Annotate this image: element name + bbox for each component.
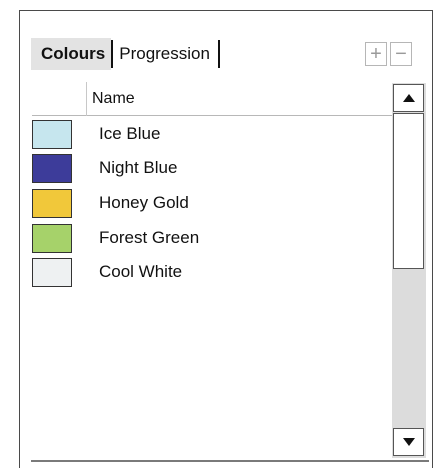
- arrow-down-icon: [402, 438, 415, 446]
- table-row[interactable]: Ice Blue: [32, 118, 392, 150]
- colour-swatch: [32, 258, 72, 287]
- panel-bottom-divider: [31, 460, 429, 462]
- table-row[interactable]: Night Blue: [32, 152, 392, 184]
- tab-bar: Colours Progression: [31, 38, 220, 70]
- colour-name: Ice Blue: [99, 124, 161, 143]
- add-colour-button[interactable]: +: [365, 42, 387, 66]
- colour-swatch: [32, 154, 72, 183]
- colour-name: Cool White: [99, 262, 183, 281]
- arrow-up-icon: [402, 94, 415, 102]
- table-row[interactable]: Cool White: [32, 256, 392, 288]
- colour-swatch: [32, 120, 72, 149]
- remove-colour-button[interactable]: −: [390, 42, 412, 66]
- colour-name: Forest Green: [99, 228, 200, 247]
- tab-divider: [217, 40, 220, 68]
- tab-colours[interactable]: Colours: [31, 38, 112, 70]
- table-row[interactable]: Forest Green: [32, 222, 392, 254]
- colour-name: Honey Gold: [99, 193, 189, 212]
- scroll-up-button[interactable]: [393, 84, 424, 112]
- colour-name: Night Blue: [99, 158, 178, 177]
- column-header-name[interactable]: Name: [92, 90, 135, 108]
- tab-progression[interactable]: Progression: [113, 38, 216, 70]
- colour-swatch: [32, 224, 72, 253]
- table-row[interactable]: Honey Gold: [32, 187, 392, 219]
- scrollbar-thumb[interactable]: [393, 113, 424, 269]
- header-divider: [86, 82, 87, 116]
- scroll-down-button[interactable]: [393, 428, 424, 456]
- colour-swatch: [32, 189, 72, 218]
